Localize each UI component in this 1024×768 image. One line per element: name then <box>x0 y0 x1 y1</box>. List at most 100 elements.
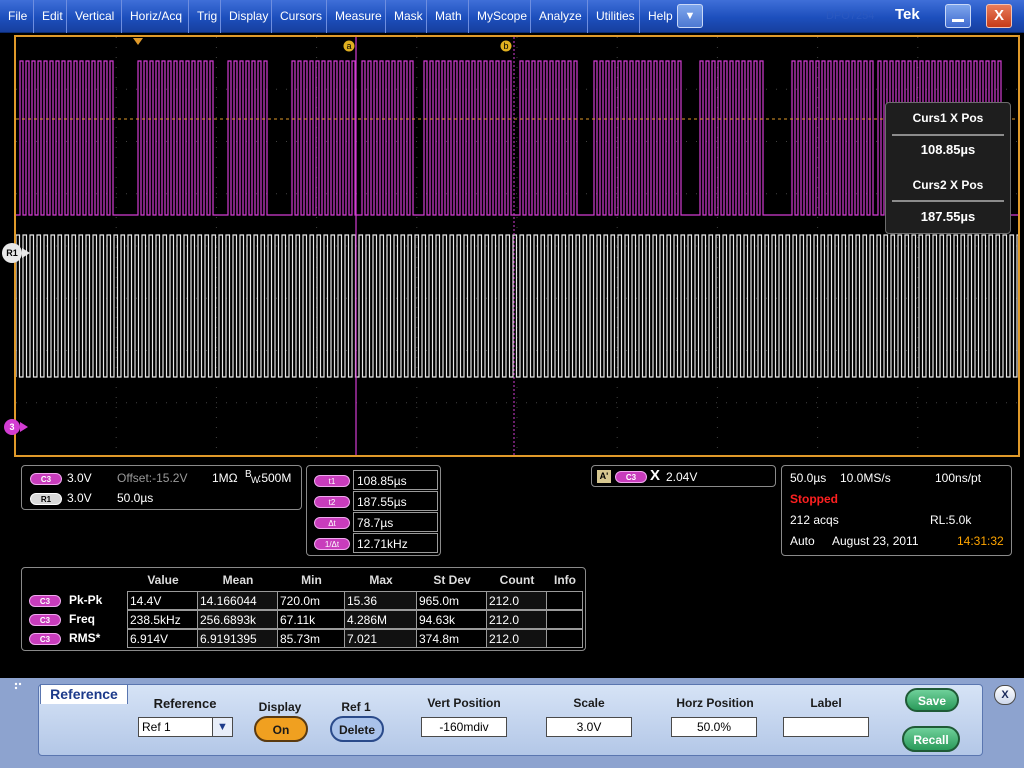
menu-file[interactable]: File <box>0 0 33 33</box>
meas-min: 85.73m <box>277 629 345 648</box>
meas-mean: 14.166044 <box>197 591 278 610</box>
reference-select[interactable]: Ref 1 <box>138 717 213 737</box>
cursor-b-label: b <box>503 41 508 51</box>
menu-edit[interactable]: Edit <box>33 0 66 33</box>
delete-button[interactable]: Delete <box>330 716 384 742</box>
display-label: Display <box>258 700 302 714</box>
cursor-readout-box[interactable]: Curs1 X Pos 108.85µs Curs2 X Pos 187.55µ… <box>885 102 1011 234</box>
inv-delta-t-badge[interactable]: 1/Δt <box>314 538 350 550</box>
meas-max: 15.36 <box>344 591 417 610</box>
acquisition-panel[interactable]: 50.0µs 10.0MS/s 100ns/pt Stopped 212 acq… <box>781 465 1012 556</box>
meas-count: 212.0 <box>486 591 547 610</box>
scale-label: Scale <box>573 696 605 710</box>
col-max: Max <box>369 573 393 587</box>
meas-mean: 6.9191395 <box>197 629 278 648</box>
col-count: Count <box>499 573 535 587</box>
menu-cursors[interactable]: Cursors <box>271 0 326 33</box>
ref1-marker-arrow <box>22 248 30 258</box>
horz-position-field[interactable]: 50.0% <box>671 717 757 737</box>
meas-value: 6.914V <box>127 629 198 648</box>
menu-measure[interactable]: Measure <box>326 0 385 33</box>
menu-analyze[interactable]: Analyze <box>530 0 587 33</box>
menu-dropdown-button[interactable]: ▼ <box>677 4 703 28</box>
menu-mask[interactable]: Mask <box>385 0 426 33</box>
cursor-table-panel[interactable]: t1 108.85µs t2 187.55µs Δt 78.7µs 1/Δt 1… <box>306 465 441 556</box>
acq-status: Stopped <box>790 492 838 506</box>
curs2-label: Curs2 X Pos <box>912 178 984 192</box>
record-length: RL:5.0k <box>930 513 972 527</box>
meas-row-badge[interactable]: C3 <box>29 633 61 645</box>
menu-utilities[interactable]: Utilities <box>587 0 639 33</box>
meas-stdev: 965.0m <box>416 591 487 610</box>
t2-badge[interactable]: t2 <box>314 496 350 508</box>
ch3-bandwidth: :500M <box>258 471 292 485</box>
ref1-label: Ref 1 <box>341 700 371 714</box>
menu-bar: File Edit Vertical Horiz/Acq Trig Displa… <box>0 0 1024 33</box>
delta-t-value: 78.7µs <box>353 512 438 532</box>
meas-name: Freq <box>69 612 96 626</box>
meas-value: 14.4V <box>127 591 198 610</box>
readout-divider <box>892 134 1004 136</box>
meas-info <box>546 591 583 610</box>
ch3-impedance: 1MΩ <box>212 471 238 485</box>
close-window-button[interactable]: X <box>986 4 1012 28</box>
menu-math[interactable]: Math <box>426 0 468 33</box>
reference-label: Reference <box>153 696 217 711</box>
grip-icon[interactable] <box>13 680 27 690</box>
col-stdev: St Dev <box>433 573 471 587</box>
ch3-marker[interactable]: 3 <box>4 419 20 435</box>
trigger-slope-icon: X <box>650 467 661 484</box>
close-panel-button[interactable]: X <box>994 685 1016 705</box>
instrument-model: DPO7254 <box>826 10 875 22</box>
channel-panel[interactable]: C3 3.0V Offset:-15.2V 1MΩ B W :500M R1 3… <box>21 465 302 510</box>
meas-count: 212.0 <box>486 610 547 629</box>
vert-position-field[interactable]: -160mdiv <box>421 717 507 737</box>
acq-time: 14:31:32 <box>957 534 1004 548</box>
trigger-position-marker <box>133 38 143 45</box>
ref1-marker[interactable]: R1 <box>2 243 22 263</box>
acq-date: August 23, 2011 <box>832 534 919 548</box>
chevron-down-icon[interactable]: ▼ <box>212 717 233 737</box>
tek-logo: Tek <box>895 6 920 23</box>
cursor-a-label: a <box>346 41 351 51</box>
t2-value: 187.55µs <box>353 491 438 511</box>
ref1-scale: 3.0V <box>67 491 92 505</box>
recall-button[interactable]: Recall <box>902 726 960 752</box>
meas-row-badge[interactable]: C3 <box>29 614 61 626</box>
waveform-graticule[interactable]: a b Curs1 X Pos 108.85µs Curs2 X Pos 187… <box>14 35 1020 457</box>
curs1-value: 108.85µs <box>920 142 976 157</box>
ch3-scale: 3.0V <box>67 471 92 485</box>
label-field[interactable] <box>783 717 869 737</box>
save-button[interactable]: Save <box>905 688 959 712</box>
trigger-source-badge: C3 <box>615 471 647 483</box>
ref1-badge[interactable]: R1 <box>30 493 62 505</box>
trigger-panel[interactable]: A' C3 X 2.04V <box>591 465 776 487</box>
curs1-label: Curs1 X Pos <box>912 111 984 125</box>
ref1-trace <box>16 234 1018 378</box>
reference-tab[interactable]: Reference <box>40 684 128 704</box>
meas-name: RMS* <box>69 631 101 645</box>
menu-myscope[interactable]: MyScope <box>468 0 530 33</box>
label-label: Label <box>810 696 842 710</box>
menu-display[interactable]: Display <box>220 0 271 33</box>
col-min: Min <box>301 573 322 587</box>
menu-horiz-acq[interactable]: Horiz/Acq <box>121 0 188 33</box>
curs2-value: 187.55µs <box>920 209 976 224</box>
t1-badge[interactable]: t1 <box>314 475 350 487</box>
menu-trig[interactable]: Trig <box>188 0 220 33</box>
col-value: Value <box>147 573 179 587</box>
display-on-button[interactable]: On <box>254 716 308 742</box>
menu-vertical[interactable]: Vertical <box>66 0 121 33</box>
menu-help[interactable]: Help <box>639 0 675 33</box>
ch3-badge[interactable]: C3 <box>30 473 62 485</box>
waveform-display: a b <box>16 37 1018 455</box>
meas-max: 4.286M <box>344 610 417 629</box>
scale-field[interactable]: 3.0V <box>546 717 632 737</box>
col-info: Info <box>554 573 576 587</box>
delta-t-badge[interactable]: Δt <box>314 517 350 529</box>
resolution: 100ns/pt <box>935 471 982 485</box>
horiz-scale: 50.0µs <box>790 471 827 485</box>
meas-row-badge[interactable]: C3 <box>29 595 61 607</box>
minimize-icon[interactable] <box>945 4 971 28</box>
meas-min: 67.11k <box>277 610 345 629</box>
